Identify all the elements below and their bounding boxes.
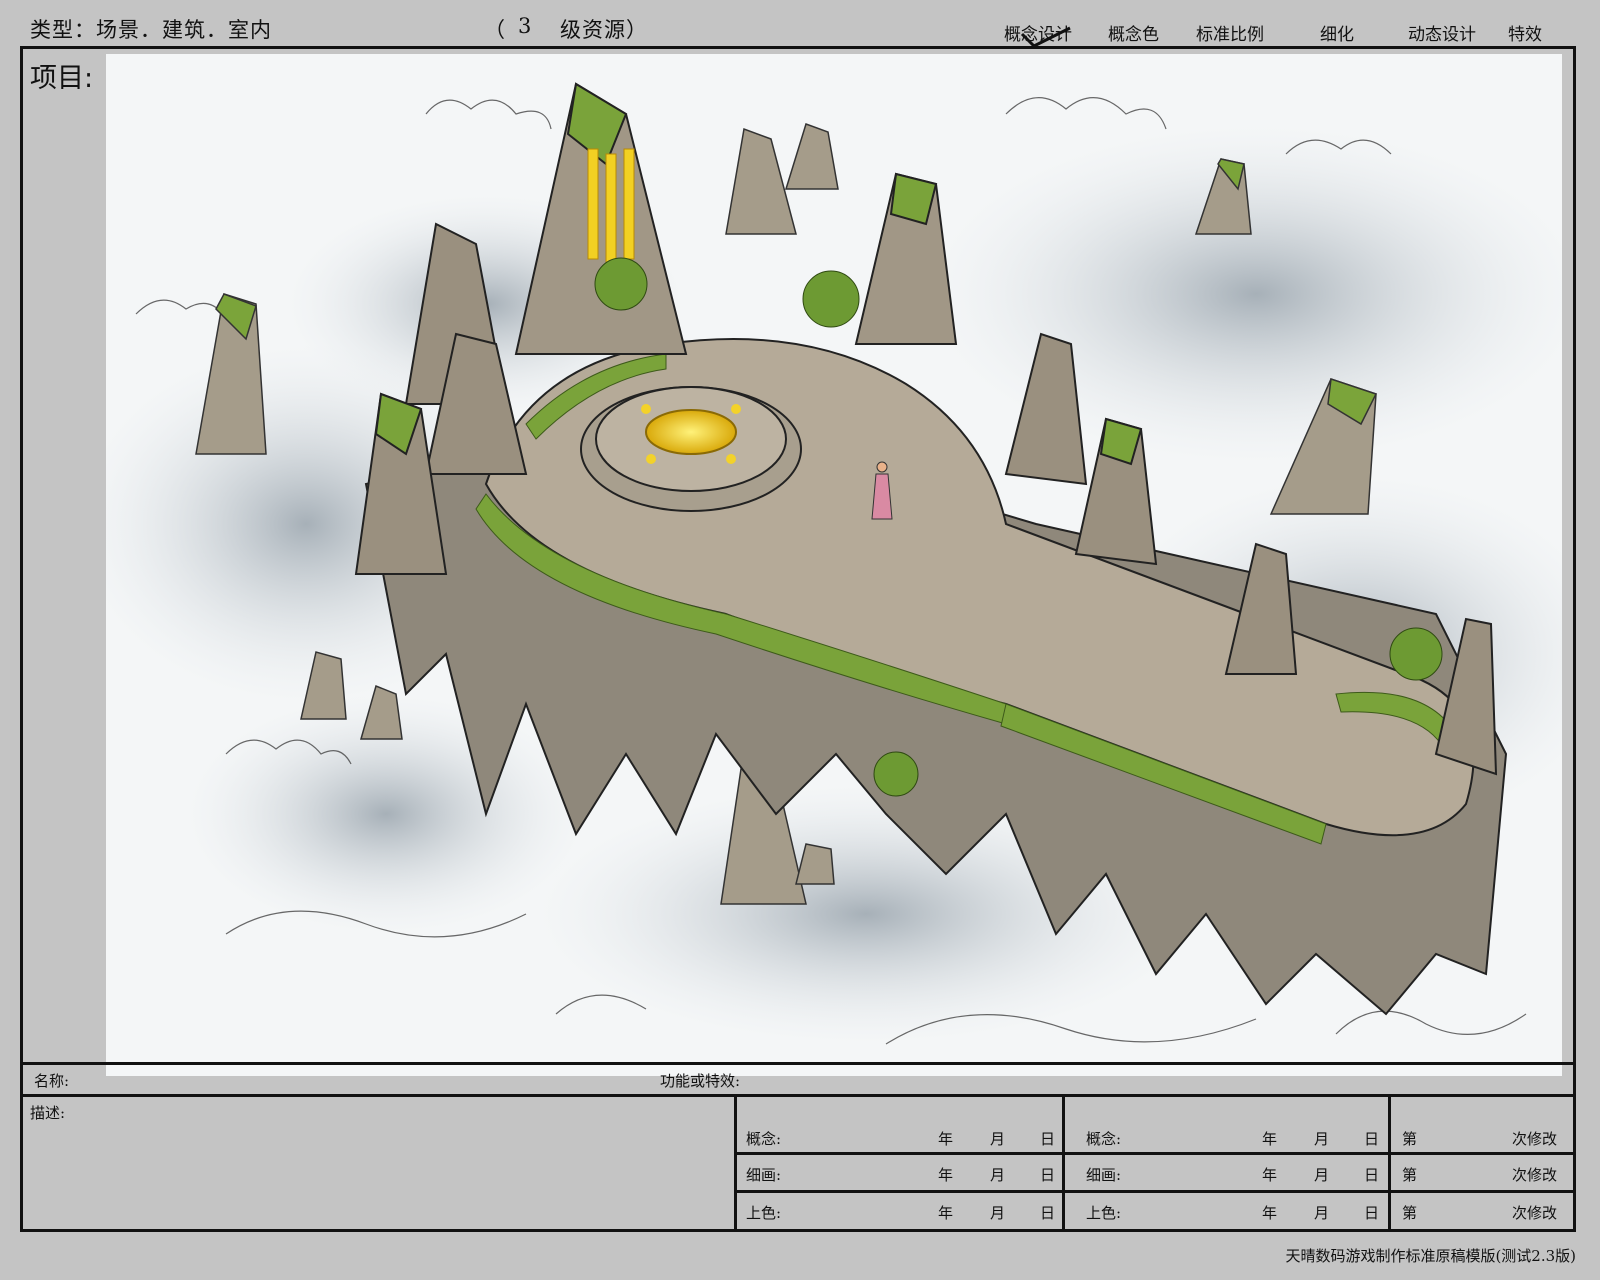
- schedule-day-2: 日: [1364, 1130, 1380, 1148]
- schedule-year-2: 年: [1262, 1130, 1278, 1148]
- schedule-day: 日: [1040, 1130, 1056, 1148]
- artwork: [106, 54, 1562, 1076]
- level-label: 级资源）: [560, 18, 648, 42]
- step-concept-color: 概念色: [1108, 25, 1159, 45]
- revision-prefix: 第: [1402, 1166, 1418, 1184]
- level-number: 3: [518, 14, 533, 38]
- schedule-color-label: 上色:: [746, 1204, 782, 1222]
- revision-suffix: 次修改: [1512, 1204, 1558, 1222]
- step-standard-scale: 标准比例: [1196, 25, 1264, 45]
- revision-prefix: 第: [1402, 1130, 1418, 1148]
- schedule-day-2: 日: [1364, 1204, 1380, 1222]
- level-open: （: [484, 18, 506, 42]
- grid-hline-2: [736, 1190, 1576, 1193]
- step-animation-design: 动态设计: [1408, 25, 1476, 45]
- grid-vline-3: [1388, 1094, 1391, 1232]
- step-refine: 细化: [1320, 25, 1354, 45]
- schedule-month: 月: [990, 1204, 1006, 1222]
- type-label: 类型：: [30, 18, 96, 42]
- schedule-year: 年: [938, 1166, 954, 1184]
- schedule-day-2: 日: [1364, 1166, 1380, 1184]
- schedule-year-2: 年: [1262, 1166, 1278, 1184]
- revision-suffix: 次修改: [1512, 1130, 1558, 1148]
- grid-vline-1: [734, 1094, 737, 1232]
- grid-vline-2: [1062, 1094, 1065, 1232]
- schedule-month: 月: [990, 1166, 1006, 1184]
- divider-top: [20, 1062, 1576, 1065]
- schedule-year-2: 年: [1262, 1204, 1278, 1222]
- schedule-year: 年: [938, 1204, 954, 1222]
- revision-suffix: 次修改: [1512, 1166, 1558, 1184]
- template-footer: 天晴数码游戏制作标准原稿模版(测试2.3版): [1285, 1247, 1576, 1265]
- schedule-month: 月: [990, 1130, 1006, 1148]
- type-value: 场景．建筑．室内: [96, 18, 272, 42]
- schedule-color-label-2: 上色:: [1086, 1204, 1122, 1222]
- schedule-day: 日: [1040, 1166, 1056, 1184]
- name-label: 名称:: [34, 1072, 70, 1090]
- step-effects: 特效: [1508, 25, 1542, 45]
- schedule-month-2: 月: [1314, 1204, 1330, 1222]
- schedule-detail-label: 细画:: [746, 1166, 782, 1184]
- schedule-month-2: 月: [1314, 1166, 1330, 1184]
- divider-name-row: [20, 1094, 1576, 1097]
- floating-island-illustration: [106, 54, 1562, 1076]
- revision-prefix: 第: [1402, 1204, 1418, 1222]
- project-label: 项目:: [30, 63, 94, 94]
- schedule-concept-label-2: 概念:: [1086, 1130, 1122, 1148]
- schedule-concept-label: 概念:: [746, 1130, 782, 1148]
- schedule-year: 年: [938, 1130, 954, 1148]
- grid-hline-1: [736, 1152, 1576, 1155]
- schedule-day: 日: [1040, 1204, 1056, 1222]
- function-label: 功能或特效:: [660, 1072, 741, 1090]
- schedule-month-2: 月: [1314, 1130, 1330, 1148]
- schedule-detail-label-2: 细画:: [1086, 1166, 1122, 1184]
- description-label: 描述:: [30, 1104, 66, 1122]
